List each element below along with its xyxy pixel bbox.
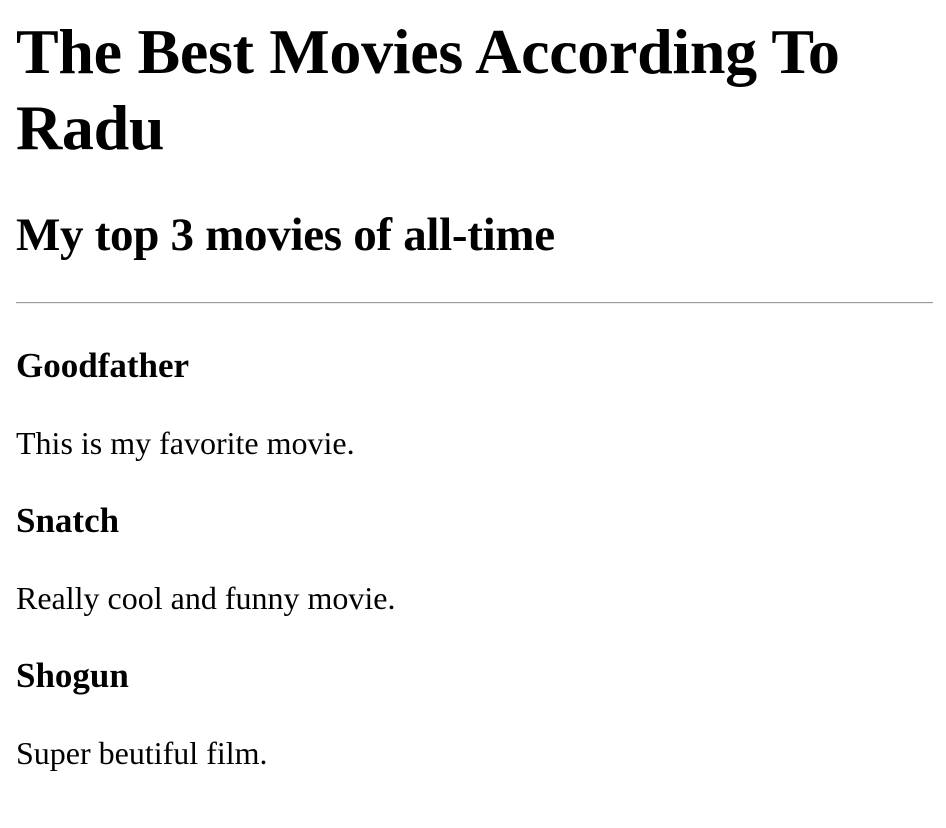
movie-title: Shogun: [16, 656, 129, 695]
movie-description: Really cool and funny movie.: [16, 580, 396, 616]
movie-description: Super beutiful film.: [16, 735, 268, 771]
page: The Best Movies According To Radu My top…: [0, 0, 946, 828]
movie-title: Goodfather: [16, 346, 190, 385]
movie-description: This is my favorite movie.: [16, 425, 355, 461]
divider: [16, 302, 933, 304]
page-title: The Best Movies According To Radu: [16, 16, 840, 163]
page-subtitle: My top 3 movies of all-time: [16, 209, 555, 261]
movie-entry: Shogun Super beutiful film.: [16, 656, 933, 772]
movie-title: Snatch: [16, 501, 120, 540]
movie-entry: Goodfather This is my favorite movie.: [16, 346, 933, 462]
movie-entry: Snatch Really cool and funny movie.: [16, 501, 933, 617]
